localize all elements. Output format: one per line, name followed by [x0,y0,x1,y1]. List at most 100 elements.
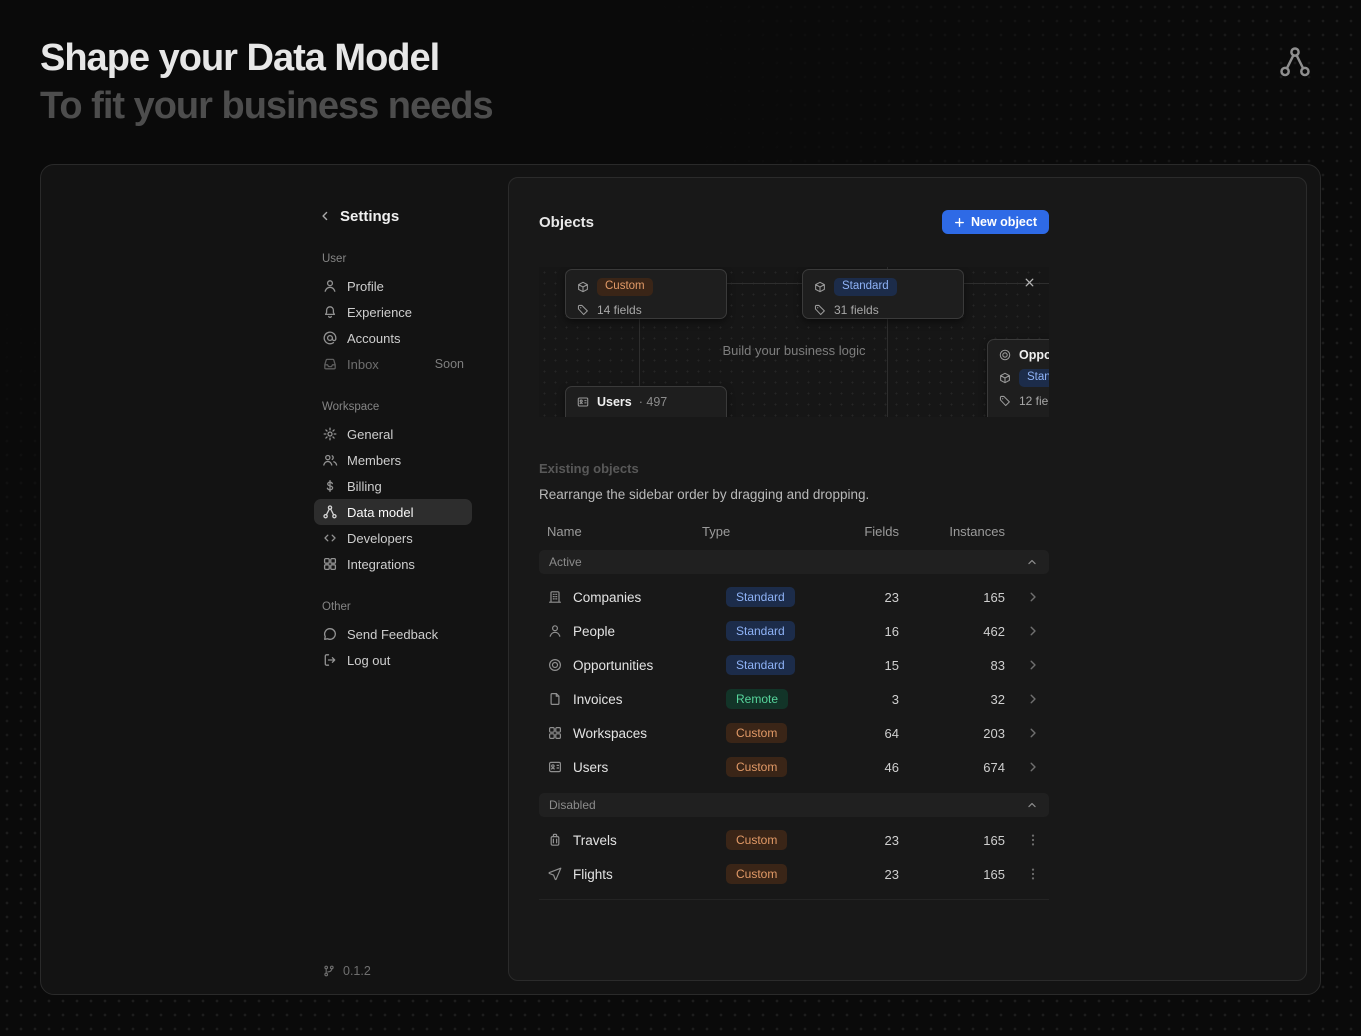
canvas-node-opportunities[interactable]: Opportunities Standard 12 fields [987,339,1049,417]
table-row-companies[interactable]: Companies Standard 23 165 [539,580,1049,614]
sidebar-item-send-feedback[interactable]: Send Feedback [314,621,472,647]
sidebar-item-label: General [347,427,393,442]
column-fields: Fields [839,524,899,539]
sidebar-item-profile[interactable]: Profile [314,273,472,299]
sidebar-item-integrations[interactable]: Integrations [314,551,472,577]
code-icon [322,530,338,546]
at-sign-icon [322,330,338,346]
tag-icon [576,303,590,317]
sidebar-item-billing[interactable]: Billing [314,473,472,499]
settings-back-label: Settings [340,208,399,225]
table-row-invoices[interactable]: Invoices Remote 3 32 [539,682,1049,716]
bell-icon [322,304,338,320]
table-row-opportunities[interactable]: Opportunities Standard 15 83 [539,648,1049,682]
canvas-node-standard[interactable]: Standard 31 fields [802,269,964,319]
fields-count: 23 [839,833,899,848]
object-name: Users [573,760,608,775]
sidebar-item-label: Experience [347,305,412,320]
instances-count: 83 [899,658,1005,673]
object-name: Workspaces [573,726,647,741]
chevron-right-icon[interactable] [1025,657,1041,673]
sidebar-item-developers[interactable]: Developers [314,525,472,551]
table-row-people[interactable]: People Standard 16 462 [539,614,1049,648]
canvas-connector-line [727,283,802,284]
chevron-right-icon[interactable] [1025,589,1041,605]
chevron-up-icon[interactable] [1025,555,1039,569]
chevron-right-icon[interactable] [1025,759,1041,775]
instances-count: 674 [899,760,1005,775]
sidebar-item-data-model[interactable]: Data model [314,499,472,525]
instances-count: 165 [899,833,1005,848]
chevron-up-icon[interactable] [1025,798,1039,812]
table-row-users[interactable]: Users Custom 46 674 [539,750,1049,784]
settings-back-button[interactable]: Settings [314,203,472,229]
instances-count: 462 [899,624,1005,639]
data-model-nodes-icon [322,504,338,520]
chevron-right-icon[interactable] [1025,691,1041,707]
node-title: Users [597,395,632,409]
sidebar-item-label: Data model [347,505,413,520]
fields-count: 16 [839,624,899,639]
more-options-icon[interactable] [1025,866,1041,882]
suitcase-icon [547,832,563,848]
sidebar-item-label: Members [347,453,401,468]
close-icon[interactable] [1022,275,1037,295]
canvas-node-custom[interactable]: Custom 14 fields [565,269,727,319]
table-row-flights[interactable]: Flights Custom 23 165 [539,857,1049,891]
column-instances: Instances [899,524,1005,539]
data-model-canvas[interactable]: Build your business logic Custom 14 fiel… [539,267,1049,417]
table-row-travels[interactable]: Travels Custom 23 165 [539,823,1049,857]
sidebar-section-user: User [322,253,472,265]
data-model-nodes-icon [1277,44,1313,85]
objects-title: Objects [539,214,594,231]
sidebar-item-general[interactable]: General [314,421,472,447]
cube-icon [576,280,590,294]
canvas-hint-text: Build your business logic [539,343,1049,358]
object-name: Flights [573,867,613,882]
type-badge: Standard [1019,369,1049,387]
dollar-icon [322,478,338,494]
more-options-icon[interactable] [1025,832,1041,848]
sidebar-item-log-out[interactable]: Log out [314,647,472,673]
sidebar-item-label: Profile [347,279,384,294]
type-badge: Standard [726,621,795,641]
new-object-button[interactable]: New object [942,210,1049,234]
active-rows: Companies Standard 23 165 People Standar… [539,580,1049,784]
instances-count: 165 [899,590,1005,605]
settings-card: Settings User Profile Experience Account… [40,164,1321,995]
object-name: Invoices [573,692,623,707]
user-icon [547,623,563,639]
target-icon [547,657,563,673]
type-badge: Standard [726,587,795,607]
group-header-active[interactable]: Active [539,550,1049,574]
people-icon [322,452,338,468]
sidebar-item-label: Accounts [347,331,400,346]
type-badge: Custom [726,830,787,850]
type-badge: Custom [597,278,653,296]
object-name: People [573,624,615,639]
object-name: Opportunities [573,658,653,673]
page-subtitle: To fit your business needs [40,84,493,130]
fields-count: 64 [839,726,899,741]
page-hero: Shape your Data Model To fit your busine… [40,36,493,129]
target-icon [998,348,1012,362]
canvas-node-users[interactable]: Users · 497 [565,386,727,417]
grid-icon [322,556,338,572]
sidebar-item-label: Integrations [347,557,415,572]
instances-count: 203 [899,726,1005,741]
chevron-left-icon [318,209,332,223]
table-header: Name Type Fields Instances [539,516,1049,546]
table-row-workspaces[interactable]: Workspaces Custom 64 203 [539,716,1049,750]
sidebar-item-members[interactable]: Members [314,447,472,473]
tag-icon [813,303,827,317]
sidebar-item-label: Send Feedback [347,627,438,642]
chevron-right-icon[interactable] [1025,623,1041,639]
version-label: 0.1.2 [343,964,371,978]
page-title: Shape your Data Model [40,36,493,82]
chevron-right-icon[interactable] [1025,725,1041,741]
log-out-icon [322,652,338,668]
group-header-disabled[interactable]: Disabled [539,793,1049,817]
type-badge: Standard [834,278,897,296]
sidebar-item-experience[interactable]: Experience [314,299,472,325]
sidebar-item-accounts[interactable]: Accounts [314,325,472,351]
